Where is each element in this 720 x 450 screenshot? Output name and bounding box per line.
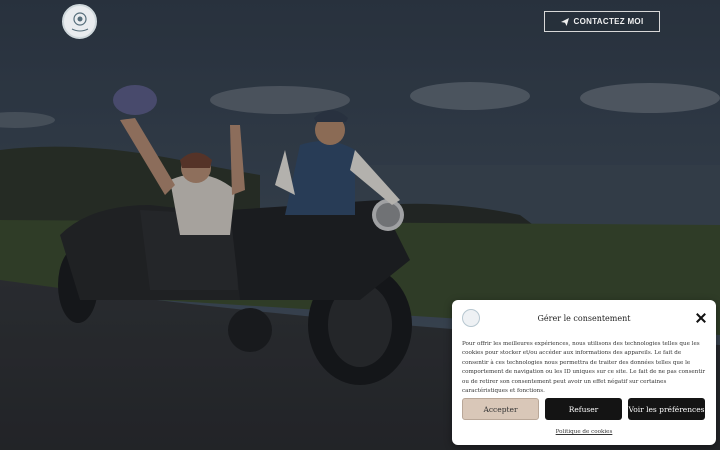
close-icon[interactable] xyxy=(696,313,706,323)
refuse-button[interactable]: Refuser xyxy=(545,398,622,420)
accept-button[interactable]: Accepter xyxy=(462,398,539,420)
cookie-consent-dialog: Gérer le consentement Pour offrir les me… xyxy=(452,300,716,445)
badge-logo-icon xyxy=(71,11,88,31)
consent-title: Gérer le consentement xyxy=(537,314,631,323)
preferences-button[interactable]: Voir les préférences xyxy=(628,398,705,420)
cookie-policy-link[interactable]: Politique de cookies xyxy=(452,429,716,435)
consent-text: Pour offrir les meilleures expériences, … xyxy=(462,341,706,395)
send-icon xyxy=(560,17,569,26)
contact-button-label: CONTACTEZ MOI xyxy=(573,17,644,26)
contact-button[interactable]: CONTACTEZ MOI xyxy=(544,11,660,32)
site-logo[interactable] xyxy=(62,4,97,39)
